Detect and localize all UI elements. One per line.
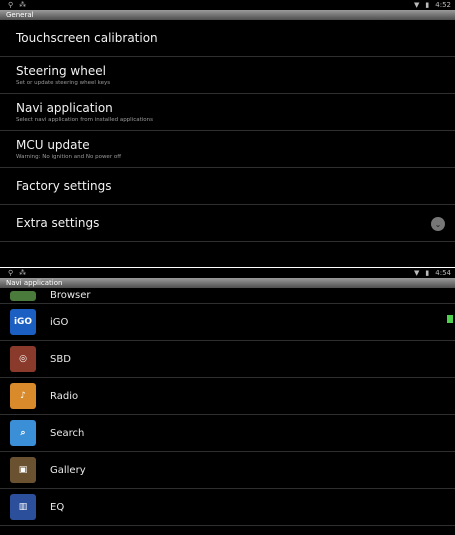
status-time: 4:54 [435,269,451,277]
factory-settings-item[interactable]: Factory settings [0,168,455,205]
screen-title: General [0,10,455,20]
item-title: MCU update [16,138,90,152]
mcu-update-item[interactable]: MCU update Warning: No ignition and No p… [0,131,455,168]
browser-icon [10,291,36,301]
app-item-eq[interactable]: ▥ EQ [0,489,455,526]
notification-icon: ⁂ [19,1,27,9]
app-label: SBD [50,353,71,365]
touchscreen-calibration-item[interactable]: Touchscreen calibration [0,20,455,57]
app-list: Browser iGO iGO ◎ SBD ♪ Radio ⌕ Search ▣… [0,288,455,526]
status-bar: ⚲ ⁂ ▼ ▮ 4:54 [0,268,455,278]
screen-title: Navi application [0,278,455,288]
app-label: EQ [50,501,65,513]
wifi-icon: ▼ [414,1,420,9]
app-label: Search [50,427,85,439]
app-item-sbd[interactable]: ◎ SBD [0,341,455,378]
item-title: Steering wheel [16,64,106,78]
item-title: Factory settings [16,179,112,193]
igo-icon: iGO [10,309,36,335]
status-time: 4:52 [435,1,451,9]
item-summary: Select navi application from installed a… [16,117,154,123]
general-settings-screen: ⚲ ⁂ ▼ ▮ 4:52 General Touchscreen calibra… [0,0,455,267]
signal-icon: ▮ [425,269,430,277]
selection-indicator [447,315,453,323]
app-label: Browser [50,290,91,301]
app-label: iGO [50,316,69,328]
wifi-icon: ▼ [414,269,420,277]
navi-application-item[interactable]: Navi application Select navi application… [0,94,455,131]
usb-icon: ⚲ [8,1,14,9]
item-title: Navi application [16,101,113,115]
signal-icon: ▮ [425,1,430,9]
app-item-radio[interactable]: ♪ Radio [0,378,455,415]
notification-icon: ⁂ [19,269,27,277]
app-item-igo[interactable]: iGO iGO [0,304,455,341]
usb-icon: ⚲ [8,269,14,277]
item-title: Extra settings [16,216,100,230]
item-title: Touchscreen calibration [16,31,158,45]
app-item-browser[interactable]: Browser [0,288,455,304]
radio-icon: ♪ [10,383,36,409]
navi-application-screen: ⚲ ⁂ ▼ ▮ 4:54 Navi application Browser iG… [0,268,455,535]
app-item-gallery[interactable]: ▣ Gallery [0,452,455,489]
app-label: Gallery [50,464,86,476]
steering-wheel-icon: ◎ [10,346,36,372]
item-summary: Warning: No ignition and No power off [16,154,121,160]
item-summary: Set or update steering wheel keys [16,80,111,86]
search-icon: ⌕ [10,420,36,446]
expand-icon[interactable]: ⌄ [431,217,445,231]
steering-wheel-item[interactable]: Steering wheel Set or update steering wh… [0,57,455,94]
equalizer-icon: ▥ [10,494,36,520]
app-item-search[interactable]: ⌕ Search [0,415,455,452]
gallery-icon: ▣ [10,457,36,483]
status-bar: ⚲ ⁂ ▼ ▮ 4:52 [0,0,455,10]
extra-settings-item[interactable]: Extra settings ⌄ [0,205,455,242]
app-label: Radio [50,390,79,402]
